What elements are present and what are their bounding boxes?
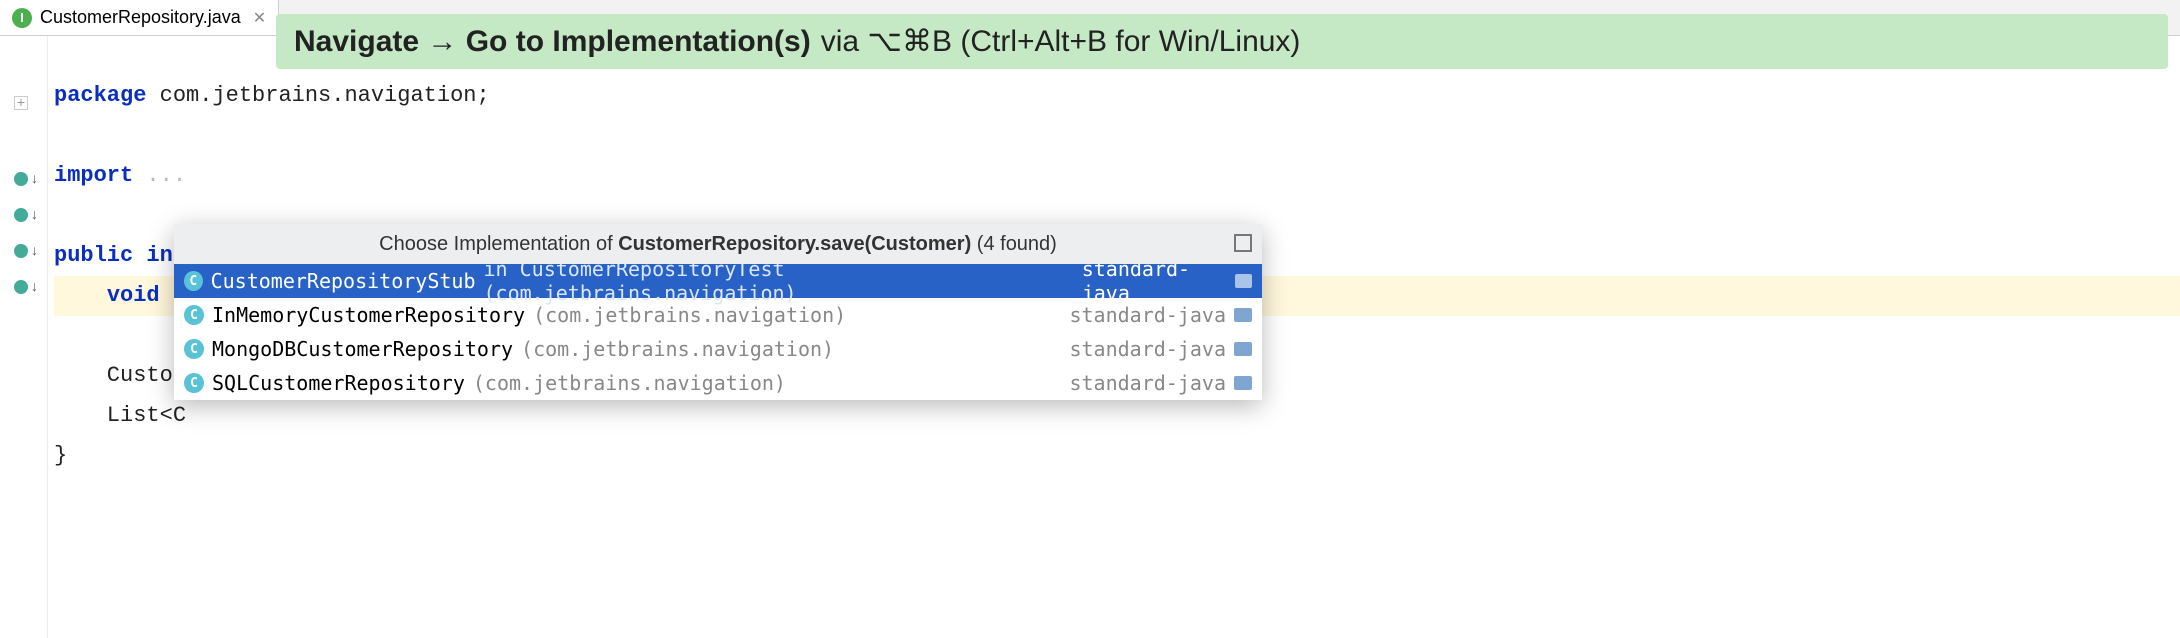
choose-implementation-popup: Choose Implementation of CustomerReposit… xyxy=(174,224,1262,400)
keyword: package xyxy=(54,83,146,108)
implementation-location: (com.jetbrains.navigation) xyxy=(473,371,786,395)
class-icon: C xyxy=(184,305,204,325)
tip-banner: Navigate → Go to Implementation(s) via ⌥… xyxy=(276,14,2168,69)
implementation-location: in CustomerRepositoryTest (com.jetbrains… xyxy=(484,257,1066,305)
popup-title-suffix: (4 found) xyxy=(971,233,1057,255)
implementations-marker-icon[interactable] xyxy=(10,276,32,298)
module-name: standard-java xyxy=(1069,337,1226,361)
class-icon: C xyxy=(184,271,203,291)
implementation-name: MongoDBCustomerRepository xyxy=(212,337,513,361)
class-icon: C xyxy=(184,339,204,359)
implementation-location: (com.jetbrains.navigation) xyxy=(533,303,846,327)
implementations-marker-icon[interactable] xyxy=(10,168,32,190)
interface-icon: I xyxy=(12,8,32,28)
popup-title-prefix: Choose Implementation of xyxy=(379,233,618,255)
fold-icon[interactable]: + xyxy=(10,92,32,114)
keyword: public xyxy=(54,243,133,268)
implementations-marker-icon[interactable] xyxy=(10,204,32,226)
implementation-name: InMemoryCustomerRepository xyxy=(212,303,525,327)
keyword: import xyxy=(54,163,133,188)
implementation-item[interactable]: C SQLCustomerRepository (com.jetbrains.na… xyxy=(174,366,1262,400)
implementation-name: SQLCustomerRepository xyxy=(212,371,465,395)
class-icon: C xyxy=(184,373,204,393)
folder-icon xyxy=(1234,342,1252,356)
code-text: com.jetbrains.navigation; xyxy=(146,83,489,108)
folder-icon xyxy=(1234,308,1252,322)
code-text: Custom xyxy=(54,363,186,388)
implementation-item[interactable]: C MongoDBCustomerRepository (com.jetbrain… xyxy=(174,332,1262,366)
gutter: + xyxy=(0,36,48,638)
tip-action: Navigate → Go to Implementation(s) xyxy=(294,25,811,59)
implementations-marker-icon[interactable] xyxy=(10,240,32,262)
tip-shortcut: via ⌥⌘B (Ctrl+Alt+B for Win/Linux) xyxy=(821,24,1301,59)
implementation-item[interactable]: C InMemoryCustomerRepository (com.jetbrai… xyxy=(174,298,1262,332)
implementation-name: CustomerRepositoryStub xyxy=(211,269,476,293)
module-name: standard-java xyxy=(1069,303,1226,327)
module-name: standard-java xyxy=(1082,257,1228,305)
popup-title-method: CustomerRepository.save(Customer) xyxy=(618,233,971,255)
code-text: List<C xyxy=(54,403,186,428)
module-name: standard-java xyxy=(1069,371,1226,395)
code-text: } xyxy=(54,443,67,468)
folded-text[interactable]: ... xyxy=(133,163,186,188)
popup-title: Choose Implementation of CustomerReposit… xyxy=(174,224,1262,264)
folder-icon xyxy=(1234,376,1252,390)
tab-filename: CustomerRepository.java xyxy=(40,7,241,28)
implementation-item[interactable]: CCustomerRepositoryStub in CustomerRepos… xyxy=(174,264,1262,298)
close-icon[interactable]: ✕ xyxy=(253,8,266,28)
folder-icon xyxy=(1235,274,1252,288)
keyword: void xyxy=(107,283,160,308)
implementation-location: (com.jetbrains.navigation) xyxy=(521,337,834,361)
pin-icon[interactable] xyxy=(1234,234,1252,252)
editor-tab[interactable]: I CustomerRepository.java ✕ xyxy=(0,0,279,35)
